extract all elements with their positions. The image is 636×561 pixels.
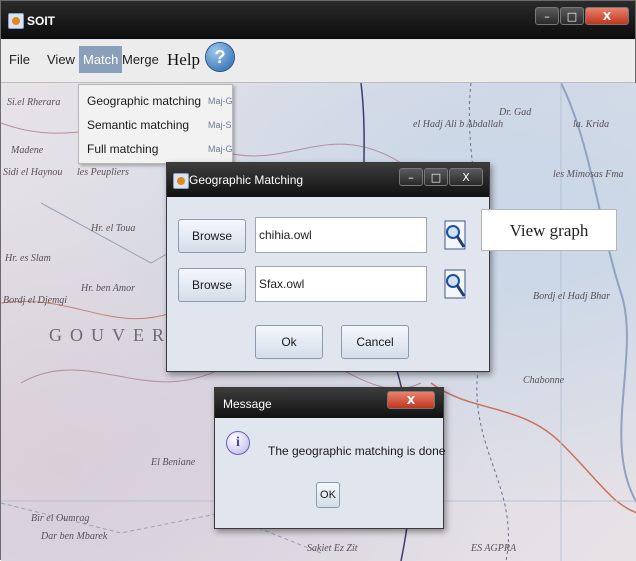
main-window: SOIT – □ X File View Match Merge Help ? … [0, 0, 636, 561]
map-label: Sidi el Haynou [3, 167, 63, 178]
menu-item-semantic-matching[interactable]: Semantic matching Maj-S [87, 118, 232, 132]
info-icon: i [226, 431, 250, 455]
menu-item-full-matching[interactable]: Full matching Maj-G [87, 142, 233, 156]
map-label: Chabonne [523, 375, 565, 386]
message-text: The geographic matching is done [268, 444, 446, 458]
map-label: Sakiet Ez Zit [307, 543, 358, 554]
view-graph-label[interactable]: View graph [481, 209, 617, 251]
browse-button-2[interactable]: Browse [178, 268, 246, 302]
map-label: Dr. Gad [499, 107, 532, 118]
dialog-title: Geographic Matching [189, 173, 304, 187]
cancel-button[interactable]: Cancel [341, 325, 409, 359]
map-label: Hr. es Slam [5, 253, 51, 264]
map-label: les Peupliers [77, 167, 129, 178]
menu-item-label: Full matching [87, 142, 159, 156]
java-app-icon [173, 173, 189, 189]
window-title: SOIT [27, 14, 56, 28]
menu-item-label: Semantic matching [87, 118, 190, 132]
window-controls: – □ X [534, 7, 629, 25]
minimize-button[interactable]: – [399, 168, 423, 186]
map-label: Bir el Oumrag [31, 513, 90, 524]
dialog-title-bar: Message X [215, 388, 443, 418]
browse-button-1[interactable]: Browse [178, 219, 246, 253]
map-label: Madene [11, 145, 44, 156]
help-icon[interactable]: ? [206, 43, 234, 71]
view-graph-icon[interactable] [444, 269, 466, 299]
menu-match[interactable]: Match [79, 46, 123, 73]
map-label: les Mimosas Fma [553, 169, 624, 180]
map-label: El Beniane [151, 457, 196, 468]
geographic-matching-dialog: Geographic Matching – □ X Browse chihia.… [166, 162, 490, 372]
map-label: Dar ben Mbarek [41, 531, 108, 542]
menu-merge[interactable]: Merge [122, 52, 159, 67]
map-label: Hr. ben Amor [81, 283, 135, 294]
map-label: la. Krida [573, 119, 610, 130]
map-label: el Hadj Ali b Abdallah [413, 119, 504, 130]
menu-file[interactable]: File [9, 52, 30, 67]
close-button[interactable]: X [449, 168, 483, 186]
map-label: Si.el Rherara [7, 97, 61, 108]
java-app-icon [8, 13, 24, 29]
map-label: Hr. el Toua [91, 223, 136, 234]
file-field-2[interactable]: Sfax.owl [255, 266, 427, 302]
maximize-button[interactable]: □ [560, 7, 584, 25]
file-field-1[interactable]: chihia.owl [255, 217, 427, 253]
maximize-button[interactable]: □ [424, 168, 448, 186]
menu-view[interactable]: View [47, 52, 75, 67]
menu-item-shortcut: Maj-G [208, 96, 233, 106]
map-label: Bordj el Hadj Bhar [533, 291, 611, 302]
menu-help[interactable]: Help [167, 50, 200, 70]
view-graph-icon[interactable] [444, 220, 466, 250]
ok-button[interactable]: OK [316, 482, 340, 508]
message-dialog: Message X i The geographic matching is d… [214, 387, 446, 529]
menu-item-label: Geographic matching [87, 94, 202, 108]
map-label: Bordj el Djemgi [3, 295, 68, 306]
map-label: ES AGPRA [471, 543, 517, 554]
match-dropdown-menu: Geographic matching Maj-G Semantic match… [78, 84, 233, 164]
title-bar: SOIT – □ X [1, 1, 635, 39]
menu-item-shortcut: Maj-S [208, 120, 232, 130]
menu-bar: File View Match Merge Help ? [1, 40, 635, 83]
dialog-title: Message [223, 397, 272, 411]
ok-button[interactable]: Ok [255, 325, 323, 359]
dialog-window-controls: – □ X [398, 168, 483, 186]
close-button[interactable]: X [387, 391, 435, 409]
close-button[interactable]: X [585, 7, 629, 25]
menu-item-shortcut: Maj-G [208, 144, 233, 154]
menu-item-geographic-matching[interactable]: Geographic matching Maj-G [87, 94, 233, 108]
minimize-button[interactable]: – [535, 7, 559, 25]
dialog-title-bar: Geographic Matching – □ X [167, 163, 489, 197]
